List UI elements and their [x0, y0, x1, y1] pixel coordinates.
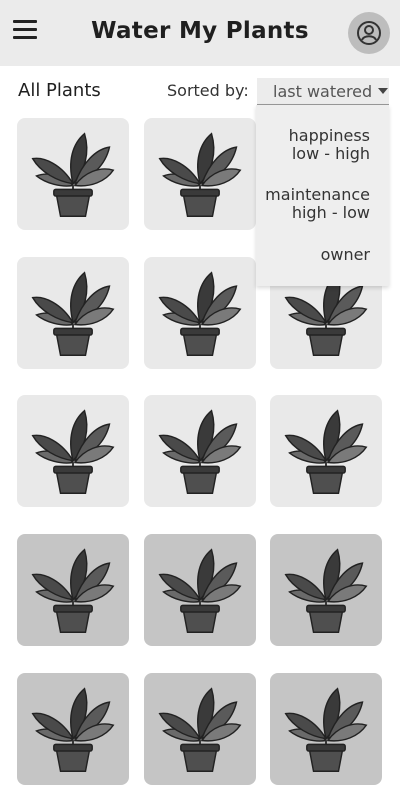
plant-card[interactable] [144, 395, 256, 507]
sort-option-sublabel: high - low [291, 203, 370, 222]
potted-plant-icon [31, 687, 115, 772]
plant-card[interactable] [17, 395, 129, 507]
potted-plant-icon [31, 132, 115, 217]
plant-card[interactable] [17, 673, 129, 785]
sort-option-owner[interactable]: owner [321, 246, 370, 264]
potted-plant-icon [158, 132, 242, 217]
plant-card[interactable] [270, 673, 382, 785]
sort-option-label: owner [320, 245, 370, 264]
sort-selected-value: last watered [273, 81, 373, 101]
section-heading: All Plants [18, 80, 101, 101]
potted-plant-icon [158, 271, 242, 356]
sort-option-label: happiness [288, 126, 370, 145]
sort-options-menu: happiness low - high maintenance high - … [256, 105, 389, 286]
sort-option-maintenance[interactable]: maintenance high - low [265, 186, 370, 222]
potted-plant-icon [31, 271, 115, 356]
potted-plant-icon [284, 687, 368, 772]
sort-option-happiness[interactable]: happiness low - high [289, 127, 370, 163]
plant-card[interactable] [17, 257, 129, 369]
plant-card[interactable] [144, 257, 256, 369]
plant-card[interactable] [144, 673, 256, 785]
plant-card[interactable] [144, 118, 256, 230]
sort-label: Sorted by: [167, 81, 249, 100]
chevron-down-icon [378, 88, 389, 94]
user-avatar-icon [357, 21, 381, 45]
plant-card[interactable] [144, 534, 256, 646]
potted-plant-icon [158, 409, 242, 494]
potted-plant-icon [284, 548, 368, 633]
sort-dropdown[interactable]: last watered [257, 78, 389, 105]
plant-card[interactable] [270, 395, 382, 507]
profile-button[interactable] [348, 12, 390, 54]
sort-option-sublabel: low - high [291, 144, 370, 163]
app-header: Water My Plants [0, 0, 400, 66]
plant-card[interactable] [17, 534, 129, 646]
potted-plant-icon [284, 409, 368, 494]
sort-option-label: maintenance [265, 185, 370, 204]
potted-plant-icon [31, 548, 115, 633]
potted-plant-icon [158, 548, 242, 633]
potted-plant-icon [158, 687, 242, 772]
potted-plant-icon [31, 409, 115, 494]
plant-card[interactable] [270, 534, 382, 646]
page-title: Water My Plants [91, 18, 309, 44]
plant-card[interactable] [17, 118, 129, 230]
